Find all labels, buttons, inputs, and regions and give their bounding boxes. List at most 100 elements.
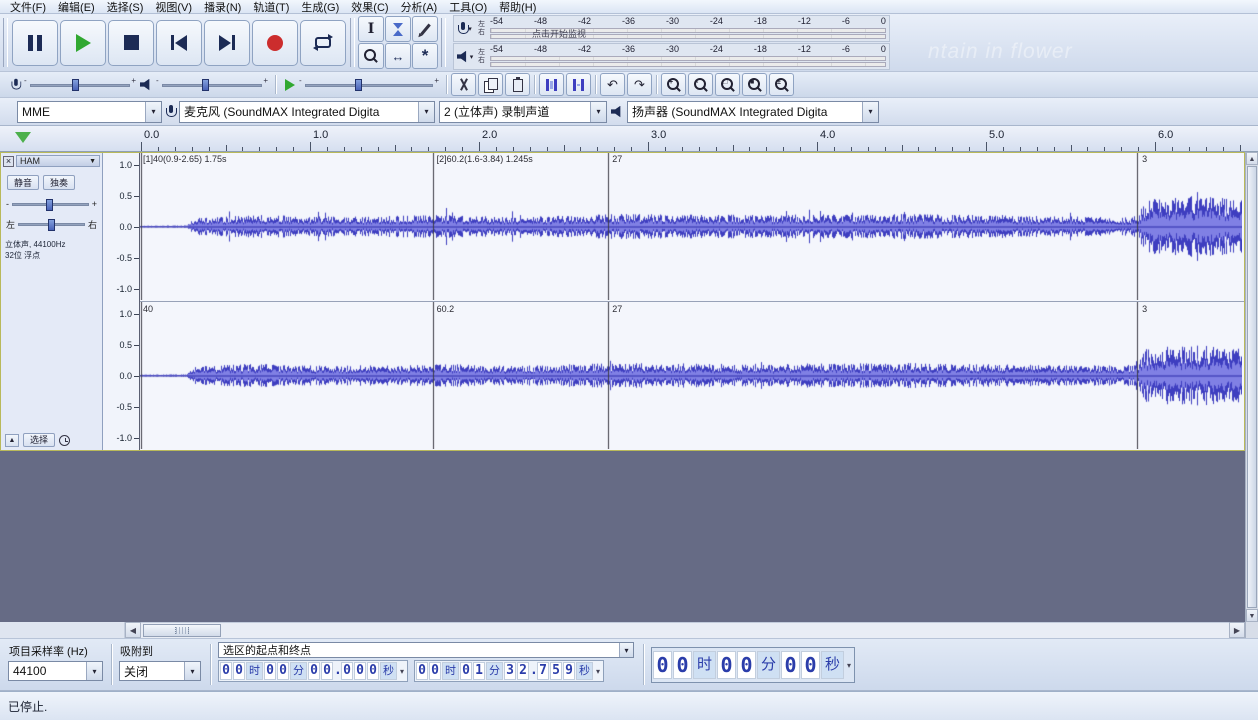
scroll-down-icon[interactable]: ▼	[1246, 609, 1258, 622]
time-digit[interactable]: 0	[781, 651, 800, 679]
selection-tool-button[interactable]: I	[358, 16, 384, 42]
time-digit[interactable]: 0	[673, 651, 692, 679]
chevron-down-icon[interactable]: ▾	[619, 643, 633, 657]
menu-item[interactable]: 编辑(E)	[52, 0, 101, 15]
time-ruler[interactable]: 0.0 1.0 2.0 3.0 4.0 5.0 6.0	[141, 126, 1245, 151]
menu-item[interactable]: 帮助(H)	[493, 0, 542, 15]
recording-device-select[interactable]: 麦克风 (SoundMAX Integrated Digita ▾	[179, 100, 435, 123]
time-digit[interactable]: .	[334, 663, 342, 679]
menu-item[interactable]: 文件(F)	[4, 0, 52, 15]
time-digit[interactable]: .	[530, 663, 538, 679]
chevron-down-icon[interactable]: ▾	[86, 662, 102, 680]
pan-slider-thumb[interactable]	[47, 219, 55, 231]
time-digit[interactable]: 0	[321, 662, 333, 680]
time-digit[interactable]: 9	[563, 662, 576, 680]
scroll-right-icon[interactable]: ▶	[1229, 622, 1245, 638]
snap-to-select[interactable]: 关闭 ▾	[119, 661, 201, 681]
zoom-toggle-button[interactable]: ±	[769, 73, 794, 96]
envelope-tool-button[interactable]	[385, 16, 411, 42]
vertical-scale-ruler[interactable]: 1.0 0.5 0.0 -0.5 -1.0 1.0 0.5 0.0 -0.5 -1.0	[103, 153, 140, 450]
cut-button[interactable]	[451, 73, 476, 96]
draw-tool-button[interactable]	[412, 16, 438, 42]
time-digit[interactable]: 7	[537, 662, 550, 680]
skip-to-end-button[interactable]	[204, 19, 250, 66]
redo-button[interactable]: ↷	[627, 73, 652, 96]
clip-label[interactable]: 60.2	[437, 304, 455, 314]
time-digit[interactable]: 0	[367, 662, 379, 680]
menu-item[interactable]: 轨道(T)	[247, 0, 295, 15]
chevron-down-icon[interactable]: ▾	[184, 662, 200, 680]
time-digit[interactable]: 0	[801, 651, 820, 679]
pan-slider[interactable]: 左 右	[1, 218, 102, 231]
recording-volume-slider[interactable]: - +	[24, 76, 136, 92]
toolbar-grip[interactable]	[441, 18, 446, 67]
track-canvas[interactable]: × HAM ▼ 静音 独奏 - + 左 右 立体声, 44100Hz 32位 浮…	[0, 152, 1258, 622]
play-button[interactable]	[60, 19, 106, 66]
vertical-scrollbar-thumb[interactable]	[1247, 166, 1257, 608]
timeline-ruler[interactable]: 0.0 1.0 2.0 3.0 4.0 5.0 6.0	[0, 126, 1258, 152]
track-collapse-button[interactable]: ▲	[5, 433, 19, 447]
menu-item[interactable]: 生成(G)	[295, 0, 345, 15]
trim-audio-button[interactable]	[539, 73, 564, 96]
waveform-right-channel[interactable]	[140, 302, 1242, 449]
audio-track[interactable]: × HAM ▼ 静音 独奏 - + 左 右 立体声, 44100Hz 32位 浮…	[0, 152, 1245, 451]
time-digit[interactable]: 0	[737, 651, 756, 679]
time-digit[interactable]: 0	[233, 662, 245, 680]
quick-play-indicator[interactable]	[15, 132, 31, 143]
track-menu-icon[interactable]: ▼	[89, 158, 96, 165]
multi-tool-button[interactable]: *	[412, 43, 438, 69]
play-speed-slider[interactable]: - +	[299, 76, 439, 92]
time-digit[interactable]: 0	[416, 662, 429, 680]
project-rate-select[interactable]: 44100 ▾	[8, 661, 103, 681]
stop-button[interactable]	[108, 19, 154, 66]
chevron-down-icon[interactable]: ▾	[400, 667, 404, 676]
time-digit[interactable]: 5	[550, 662, 563, 680]
clip-label[interactable]: [1]40(0.9-2.65) 1.75s	[143, 154, 227, 164]
chevron-down-icon[interactable]: ▾	[470, 53, 474, 61]
menu-item[interactable]: 效果(C)	[345, 0, 394, 15]
toolbar-grip[interactable]	[350, 18, 355, 67]
time-digit[interactable]: 0	[354, 662, 366, 680]
clip-label[interactable]: [2]60.2(1.6-3.84) 1.245s	[437, 154, 533, 164]
chevron-down-icon[interactable]: ▾	[145, 101, 161, 122]
horizontal-scrollbar[interactable]	[141, 622, 1229, 638]
time-digit[interactable]: 2	[517, 662, 530, 680]
time-digit[interactable]: 3	[504, 662, 517, 680]
time-digit[interactable]: 0	[341, 662, 353, 680]
record-button[interactable]	[252, 19, 298, 66]
selection-start-time[interactable]: 0 0 时 0 0 分 0 0. 0 0 0 秒 ▾	[218, 660, 409, 682]
playback-meter[interactable]: ▾ 左右 -54 -48 -42 -36 -30 -24 -18 -12 -6 0	[453, 43, 890, 70]
recording-meter-bars[interactable]: 点击开始监视	[490, 26, 886, 41]
paste-button[interactable]	[505, 73, 530, 96]
undo-button[interactable]: ↶	[600, 73, 625, 96]
chevron-down-icon[interactable]: ▾	[847, 661, 851, 670]
scroll-up-icon[interactable]: ▲	[1246, 152, 1258, 165]
fit-selection-button[interactable]: □	[715, 73, 740, 96]
time-digit[interactable]: 0	[429, 662, 442, 680]
menu-item[interactable]: 选择(S)	[101, 0, 150, 15]
audio-position-display[interactable]: 0 0 时 0 0 分 0 0 秒 ▾	[651, 647, 856, 683]
time-digit[interactable]: 1	[473, 662, 486, 680]
gain-slider-thumb[interactable]	[46, 198, 54, 211]
copy-button[interactable]	[478, 73, 503, 96]
recording-channels-select[interactable]: 2 (立体声) 录制声道 ▾	[439, 100, 607, 123]
loop-button[interactable]	[300, 19, 346, 66]
timeshift-tool-button[interactable]: ↔	[385, 43, 411, 69]
zoom-out-button[interactable]: -	[688, 73, 713, 96]
clip-label[interactable]: 40	[143, 304, 153, 314]
chevron-down-icon[interactable]: ▾	[590, 101, 606, 122]
fit-project-button[interactable]: ■	[742, 73, 767, 96]
pause-button[interactable]	[12, 19, 58, 66]
time-digit[interactable]: 0	[308, 662, 320, 680]
audio-host-select[interactable]: MME ▾	[17, 100, 162, 123]
silence-audio-button[interactable]	[566, 73, 591, 96]
mute-button[interactable]: 静音	[7, 175, 40, 190]
playback-device-select[interactable]: 扬声器 (SoundMAX Integrated Digita ▾	[627, 100, 879, 123]
clip-label[interactable]: 3	[1142, 304, 1147, 314]
solo-button[interactable]: 独奏	[43, 175, 76, 190]
recording-meter[interactable]: ▾ 左右 -54 -48 -42 -36 -30 -24 -18 -12 -6 0 点击开始监视	[453, 15, 890, 42]
time-digit[interactable]: 0	[264, 662, 276, 680]
chevron-down-icon[interactable]: ▾	[596, 667, 600, 676]
waveform-area[interactable]: [1]40(0.9-2.65) 1.75s [2]60.2(1.6-3.84) 1…	[140, 153, 1244, 450]
selection-end-time[interactable]: 0 0 时 0 1 分 3 2. 7 5 9 秒 ▾	[414, 660, 605, 682]
